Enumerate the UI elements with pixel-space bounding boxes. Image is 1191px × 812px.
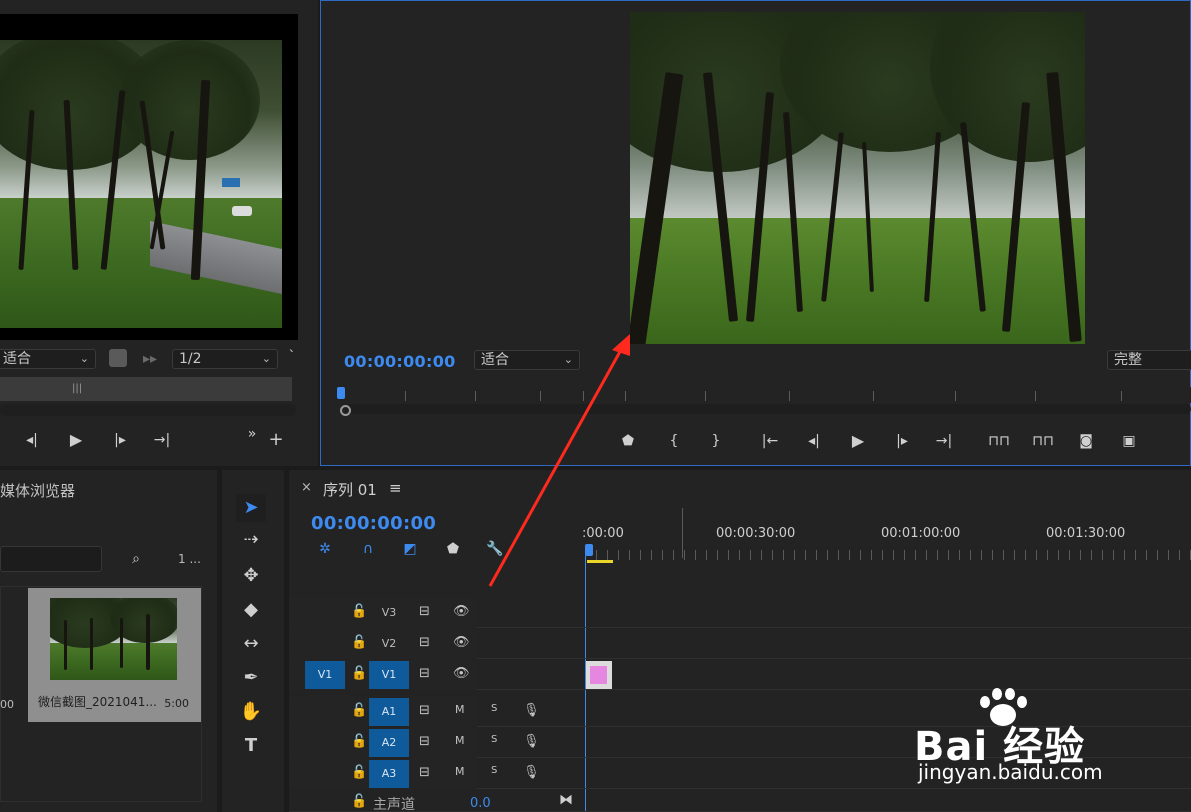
watermark-url: jingyan.baidu.com <box>918 760 1103 784</box>
premiere-window: 适合 ⌄ ▸▸ 1/2 ⌄ ˋ ||| ◂| ▶ |▸ →| » + 00:00… <box>0 0 1191 812</box>
baidu-watermark: Bai 经验 jingyan.baidu.com <box>914 680 1184 790</box>
